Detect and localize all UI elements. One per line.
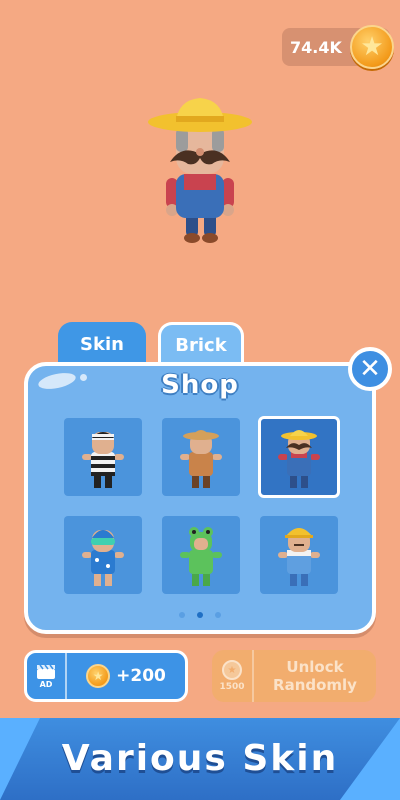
skin-farmer[interactable] [162, 418, 240, 496]
ad-label: AD [39, 679, 53, 689]
unlock-label-line2: Randomly [273, 676, 357, 694]
unlock-randomly-button[interactable]: ★ 1500 Unlock Randomly [212, 650, 376, 702]
unlock-label: Unlock Randomly [254, 658, 376, 694]
skin-mustache-farmer[interactable] [258, 416, 340, 498]
unlock-cost: ★ 1500 [212, 650, 254, 702]
watch-ad-button[interactable]: AD ★ +200 [24, 650, 188, 702]
skin-grid [64, 416, 342, 594]
mustache-farmer-character-icon [278, 430, 320, 488]
page-dot[interactable] [179, 612, 185, 618]
skin-swimmer[interactable] [64, 516, 142, 594]
coin-counter: 74.4K ★ [282, 25, 394, 69]
skin-builder[interactable] [260, 516, 338, 594]
star-coin-icon: ★ [222, 660, 242, 680]
close-button[interactable]: ✕ [348, 347, 392, 391]
swimmer-character-icon [82, 530, 124, 586]
farmer-character-icon [180, 430, 222, 488]
character-preview [148, 98, 252, 243]
skin-prisoner[interactable] [64, 418, 142, 496]
page-dot[interactable] [215, 612, 221, 618]
ad-badge: AD [27, 653, 67, 699]
tab-brick[interactable]: Brick [158, 322, 244, 366]
page-indicator [28, 612, 372, 618]
star-coin-icon: ★ [350, 25, 394, 69]
shop-panel: Shop [24, 362, 376, 634]
unlock-cost-amount: 1500 [219, 682, 245, 692]
tab-brick-label: Brick [175, 335, 227, 356]
builder-character-icon [278, 528, 320, 586]
frog-character-icon [180, 527, 222, 586]
shop-title: Shop [161, 370, 239, 400]
page-dot-active[interactable] [197, 612, 203, 618]
banner-text: Various Skin [61, 738, 339, 779]
ad-reward-amount: +200 [116, 666, 166, 686]
coin-amount: 74.4K [290, 37, 342, 57]
star-coin-icon: ★ [86, 664, 111, 688]
close-icon: ✕ [359, 354, 381, 384]
prisoner-character-icon [82, 432, 124, 488]
skin-frog[interactable] [162, 516, 240, 594]
clapperboard-icon [37, 664, 55, 679]
ad-reward: ★ +200 [67, 664, 185, 688]
tab-skin[interactable]: Skin [58, 322, 146, 366]
promo-banner: Various Skin [0, 718, 400, 800]
tab-skin-label: Skin [80, 333, 124, 355]
unlock-label-line1: Unlock [286, 658, 344, 676]
